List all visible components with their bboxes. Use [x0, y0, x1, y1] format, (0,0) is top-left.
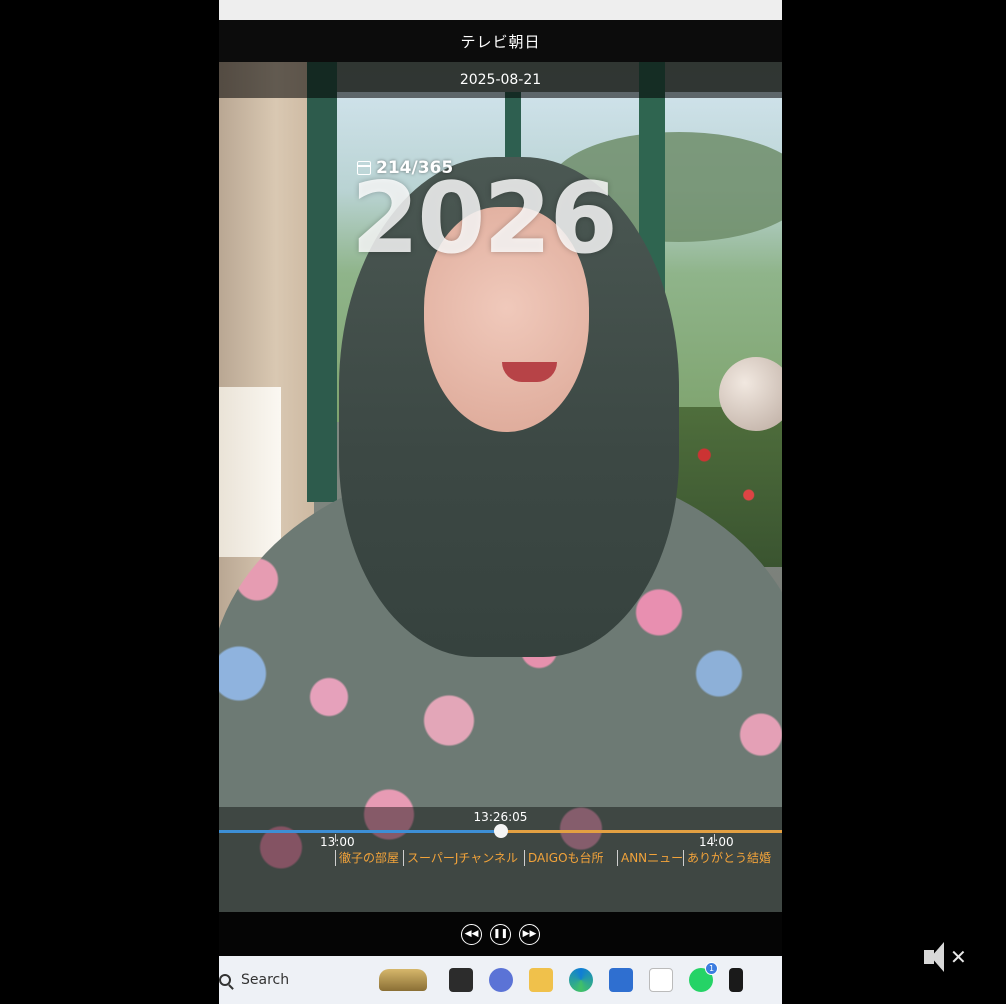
video-content[interactable]: 2025-08-21 214/365 2026 13:26:05 13:00 1… — [219, 62, 782, 912]
broadcast-date: 2025-08-21 — [459, 72, 542, 88]
pause-icon[interactable]: ❚❚ — [490, 923, 511, 945]
year-overlay: 2026 — [351, 162, 618, 276]
speaker-muted-icon[interactable]: ✕ — [924, 938, 968, 976]
video-frame: テレビ朝日 2025-08-21 214/365 2026 13:26:05 1… — [219, 0, 782, 1004]
mute-x-icon: ✕ — [950, 945, 967, 969]
program-item[interactable]: 徹子の部屋 — [335, 850, 403, 866]
program-item[interactable]: DAIGOも台所 — [524, 850, 616, 866]
store-icon[interactable] — [609, 968, 633, 992]
timeline-remaining-track[interactable] — [501, 830, 782, 833]
scene-door-frame — [307, 62, 337, 502]
fast-forward-icon[interactable]: ▶▶ — [519, 923, 540, 945]
timeline-played-track[interactable] — [219, 830, 501, 833]
file-explorer-icon[interactable] — [529, 968, 553, 992]
program-item[interactable]: ありがとう結婚 — [683, 850, 782, 866]
edge-browser-icon[interactable] — [569, 968, 593, 992]
date-overlay: 2025-08-21 — [219, 62, 782, 98]
tick-label: 13:00 — [320, 835, 355, 849]
search-icon — [219, 974, 231, 986]
whatsapp-icon[interactable]: 1 — [689, 962, 718, 992]
rewind-icon[interactable]: ◀◀ — [461, 923, 482, 945]
taskbar-search[interactable]: Search — [219, 956, 379, 1004]
program-item[interactable]: スーパーJチャンネル — [403, 850, 521, 866]
playback-controls: ◀◀ ❚❚ ▶▶ — [219, 912, 782, 956]
channel-title: テレビ朝日 — [219, 20, 782, 62]
notification-badge: 1 — [705, 962, 718, 975]
terminal-icon[interactable] — [729, 968, 743, 992]
widgets-car-icon[interactable] — [379, 969, 427, 991]
notepad-icon[interactable] — [649, 968, 673, 992]
speaker-cone — [931, 942, 944, 972]
current-time: 13:26:05 — [473, 810, 528, 824]
tick-label: 14:00 — [699, 835, 734, 849]
os-taskbar: Search 1 — [219, 956, 782, 1004]
timeline-scrubber[interactable] — [494, 824, 508, 838]
program-timeline[interactable]: 13:26:05 13:00 14:00 徹子の部屋 スーパーJチャンネル DA… — [219, 807, 782, 912]
program-list: 徹子の部屋 スーパーJチャンネル DAIGOも台所 ANNニュース ありがとう結… — [219, 850, 782, 912]
window-top-strip — [219, 0, 782, 20]
chat-icon[interactable] — [489, 968, 513, 992]
scene-pillar — [219, 387, 281, 557]
search-label: Search — [241, 972, 290, 988]
task-view-icon[interactable] — [449, 968, 473, 992]
program-item[interactable]: ANNニュース — [617, 850, 683, 866]
